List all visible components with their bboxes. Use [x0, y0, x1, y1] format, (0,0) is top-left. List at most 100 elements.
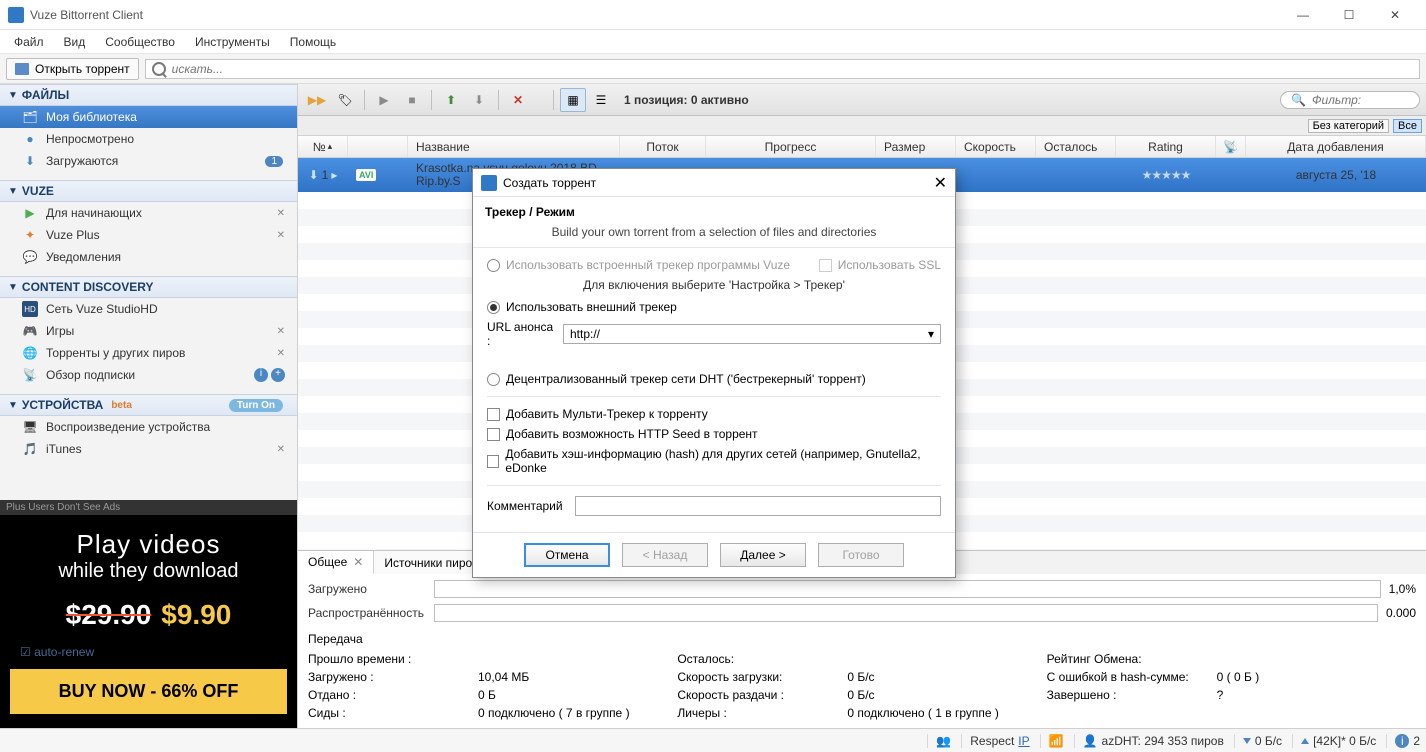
radio-external[interactable] [487, 301, 500, 314]
statusbar: 👥 Respect IP 📶 👤azDHT: 294 353 пиров 0 Б… [0, 728, 1426, 752]
delete-button[interactable]: ✕ [505, 88, 531, 112]
dialog-titlebar[interactable]: Создать торрент ✕ [473, 169, 955, 197]
friends-icon[interactable]: 👥 [936, 734, 951, 748]
gamepad-icon: 🎮 [22, 323, 38, 339]
col-remain[interactable]: Осталось [1036, 136, 1116, 157]
col-progress[interactable]: Прогресс [706, 136, 876, 157]
chevron-down-icon: ▾ [928, 327, 934, 341]
plus-icon[interactable]: + [271, 368, 285, 382]
close-icon[interactable]: ✕ [277, 230, 289, 241]
finish-button: Готово [818, 543, 904, 567]
app-icon [8, 7, 24, 23]
search-input[interactable] [172, 62, 1413, 76]
col-speed[interactable]: Скорость [956, 136, 1036, 157]
maximize-button[interactable]: ☐ [1326, 0, 1372, 30]
tab-general[interactable]: Общее✕ [298, 551, 374, 574]
sidebar-item-unwatched[interactable]: ●Непросмотрено [0, 128, 297, 150]
up-button[interactable]: ⬆ [438, 88, 464, 112]
checkbox-icon[interactable]: ☑ [20, 645, 31, 659]
close-icon[interactable]: ✕ [277, 444, 289, 455]
info-icon[interactable]: i [254, 368, 268, 382]
swarm-icon: 🌐 [22, 345, 38, 361]
cancel-button[interactable]: Отмена [524, 543, 610, 567]
col-num[interactable]: № ▴ [298, 136, 348, 157]
sidebar-item-swarm[interactable]: 🌐Торренты у других пиров✕ [0, 342, 297, 364]
stop-button[interactable]: ■ [399, 88, 425, 112]
sidebar-item-library[interactable]: 🗂Моя библиотека [0, 106, 297, 128]
view-list-button[interactable]: ☰ [588, 88, 614, 112]
menu-help[interactable]: Помощь [282, 33, 344, 51]
menu-community[interactable]: Сообщество [97, 33, 183, 51]
col-stream[interactable]: Поток [620, 136, 706, 157]
col-type[interactable] [348, 136, 408, 157]
sidebar-item-downloading[interactable]: ⬇Загружаются1 [0, 150, 297, 172]
top-toolbar: Открыть торрент [0, 54, 1426, 84]
view-big-button[interactable]: ▦ [560, 88, 586, 112]
col-rss[interactable]: 📡 [1216, 136, 1246, 157]
progress-bar [434, 580, 1381, 598]
dialog-close-button[interactable]: ✕ [934, 173, 947, 193]
checkbox-hash[interactable] [487, 455, 499, 468]
col-date[interactable]: Дата добавления [1246, 136, 1426, 157]
checkbox-ssl [819, 259, 832, 272]
sidebar-item-beginners[interactable]: ▶Для начинающих✕ [0, 202, 297, 224]
sidebar-item-plus[interactable]: ✦Vuze Plus✕ [0, 224, 297, 246]
announce-url-combo[interactable]: http:// ▾ [563, 324, 941, 344]
close-icon[interactable]: ✕ [277, 326, 289, 337]
play-button[interactable]: ▶ [371, 88, 397, 112]
close-icon[interactable]: ✕ [353, 555, 363, 569]
chip-no-categories[interactable]: Без категорий [1308, 119, 1389, 133]
table-header: № ▴ Название Поток Прогресс Размер Скоро… [298, 136, 1426, 158]
info-icon[interactable]: i [1395, 734, 1409, 748]
col-rating[interactable]: Rating [1116, 136, 1216, 157]
down-button[interactable]: ⬇ [466, 88, 492, 112]
close-icon[interactable]: ✕ [277, 208, 289, 219]
sidebar-header-discovery[interactable]: ▼CONTENT DISCOVERY [0, 276, 297, 298]
checkbox-multi[interactable] [487, 408, 500, 421]
sidebar-item-games[interactable]: 🎮Игры✕ [0, 320, 297, 342]
rating-stars: ★★★★★ [1142, 168, 1191, 182]
search-icon [152, 62, 166, 76]
minimize-button[interactable]: — [1280, 0, 1326, 30]
filter-field[interactable]: 🔍 [1280, 91, 1420, 109]
search-field[interactable] [145, 59, 1420, 79]
back-button: < Назад [622, 543, 708, 567]
next-button[interactable]: Далее > [720, 543, 806, 567]
menu-tools[interactable]: Инструменты [187, 33, 278, 51]
sidebar-header-vuze[interactable]: ▼VUZE [0, 180, 297, 202]
col-name[interactable]: Название [408, 136, 620, 157]
respect-ip[interactable]: Respect IP [961, 734, 1029, 748]
sidebar-item-subs[interactable]: 📡Обзор подпискиi+ [0, 364, 297, 386]
chip-all[interactable]: Все [1393, 119, 1422, 133]
buy-now-button[interactable]: BUY NOW - 66% OFF [10, 669, 287, 714]
position-status: 1 позиция: 0 активно [624, 93, 749, 107]
ad-strip: Plus Users Don't See Ads [0, 500, 297, 515]
close-icon[interactable]: ✕ [277, 348, 289, 359]
sidebar-item-notifications[interactable]: 💬Уведомления [0, 246, 297, 268]
sidebar-header-files[interactable]: ▼ФАЙЛЫ [0, 84, 297, 106]
titlebar: Vuze Bittorrent Client — ☐ ✕ [0, 0, 1426, 30]
turn-on-button[interactable]: Turn On [229, 399, 283, 412]
sidebar-item-itunes[interactable]: 🎵iTunes✕ [0, 438, 297, 460]
checkbox-httpseed[interactable] [487, 428, 500, 441]
tag-button[interactable]: 🏷 [332, 88, 358, 112]
radio-builtin [487, 259, 500, 272]
category-row: Без категорий Все [298, 116, 1426, 136]
filter-input[interactable] [1312, 93, 1409, 107]
menu-file[interactable]: Файл [6, 33, 52, 51]
sidebar-header-devices[interactable]: ▼УСТРОЙСТВАbetaTurn On [0, 394, 297, 416]
sidebar-item-studiohd[interactable]: HDСеть Vuze StudioHD [0, 298, 297, 320]
menu-view[interactable]: Вид [56, 33, 94, 51]
plus-icon: ✦ [22, 227, 38, 243]
sidebar-item-playback[interactable]: 🖥Воспроизведение устройства [0, 416, 297, 438]
run-button[interactable]: ▶▶ [304, 88, 330, 112]
comment-input[interactable] [575, 496, 941, 516]
bell-icon: 💬 [22, 249, 38, 265]
col-size[interactable]: Размер [876, 136, 956, 157]
open-torrent-button[interactable]: Открыть торрент [6, 58, 139, 80]
radio-dht[interactable] [487, 373, 500, 386]
downloading-badge: 1 [265, 156, 283, 167]
close-button[interactable]: ✕ [1372, 0, 1418, 30]
search-icon: 🔍 [1291, 93, 1306, 107]
ad-banner[interactable]: Play videos while they download $29.90 $… [0, 515, 297, 728]
